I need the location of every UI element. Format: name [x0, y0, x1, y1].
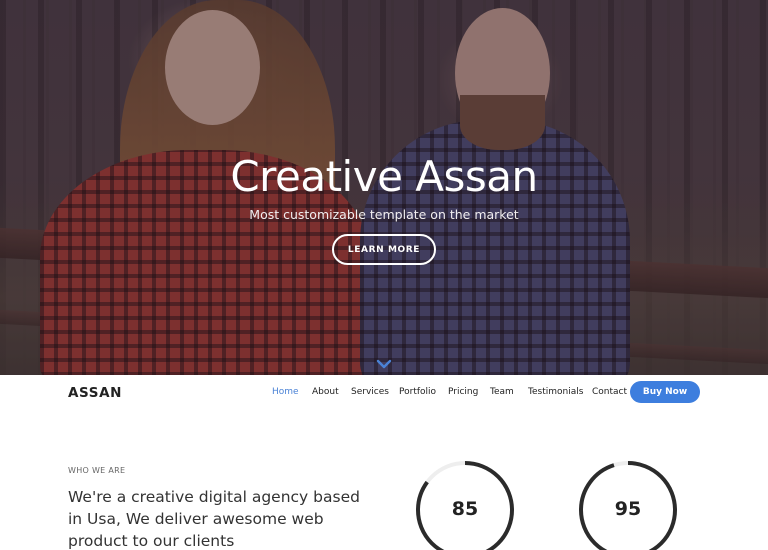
- progress-value: 95: [614, 498, 642, 520]
- chevron-down-icon[interactable]: [376, 357, 392, 369]
- learn-more-button[interactable]: LEARN MORE: [332, 234, 436, 265]
- hero-section: Creative Assan Most customizable templat…: [0, 0, 768, 375]
- progress-ring-1: 85: [413, 458, 517, 550]
- section-eyebrow: WHO WE ARE: [68, 466, 126, 475]
- nav-item-home[interactable]: Home: [272, 387, 299, 397]
- nav-item-about[interactable]: About: [312, 387, 339, 397]
- nav-item-portfolio[interactable]: Portfolio: [399, 387, 436, 397]
- hero-subtitle: Most customizable template on the market: [249, 207, 519, 222]
- about-description: We're a creative digital agency based in…: [68, 488, 360, 550]
- brand-logo[interactable]: ASSAN: [68, 385, 122, 401]
- nav-item-contact[interactable]: Contact: [592, 387, 627, 397]
- progress-value: 85: [451, 498, 479, 520]
- nav-item-services[interactable]: Services: [351, 387, 389, 397]
- nav-item-pricing[interactable]: Pricing: [448, 387, 478, 397]
- nav-item-team[interactable]: Team: [490, 387, 514, 397]
- nav-item-testimonials[interactable]: Testimonials: [528, 387, 583, 397]
- buy-now-button[interactable]: Buy Now: [630, 381, 700, 403]
- progress-ring-2: 95: [576, 458, 680, 550]
- hero-title: Creative Assan: [230, 152, 538, 201]
